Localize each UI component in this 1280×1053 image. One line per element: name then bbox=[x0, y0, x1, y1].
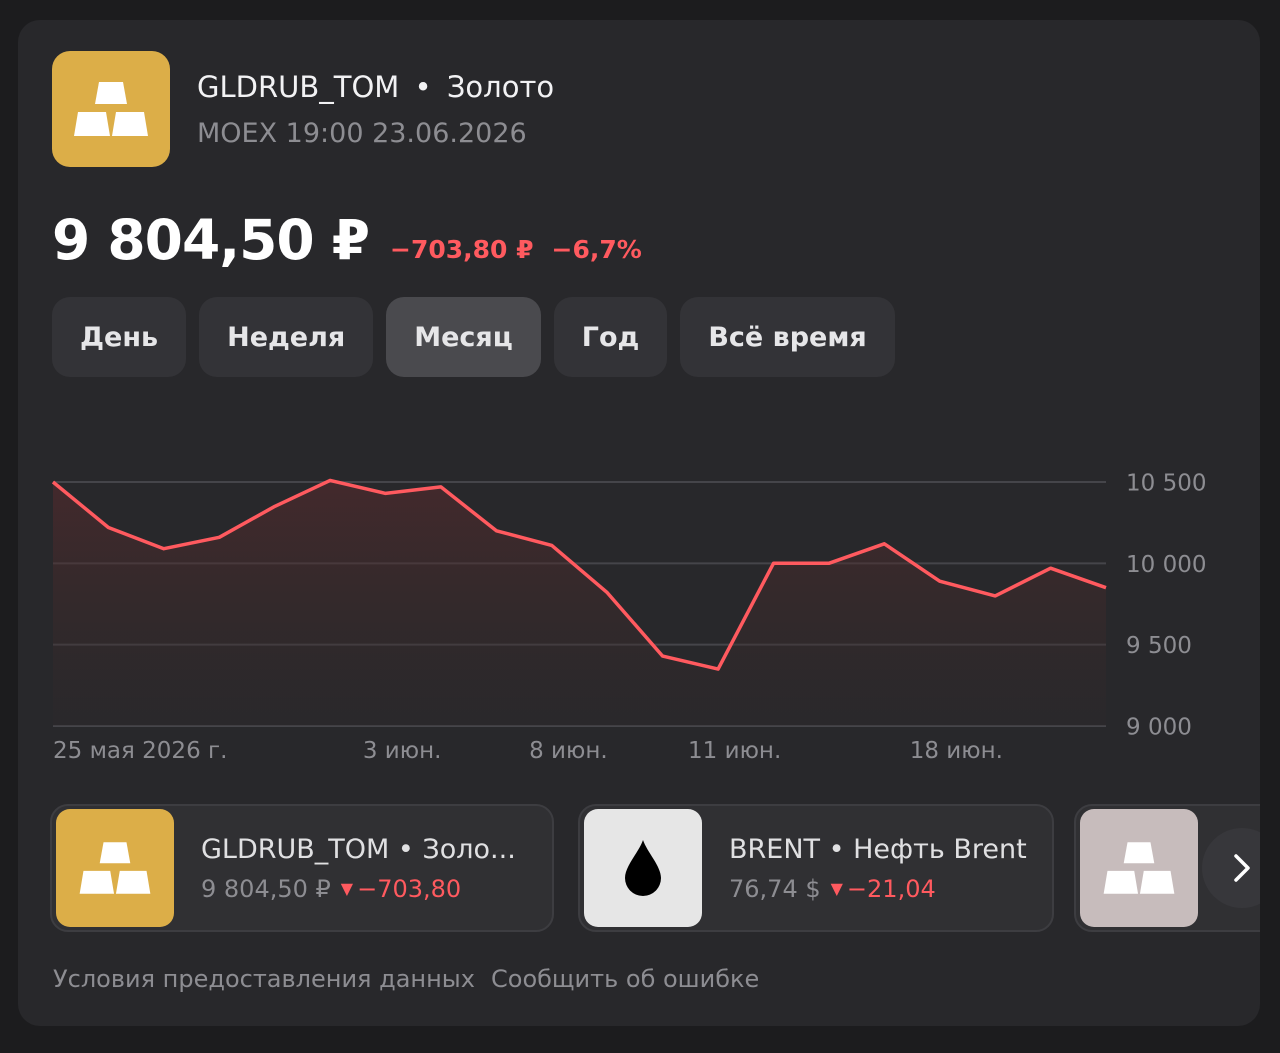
instrument-card-gold[interactable]: GLDRUB_TOM • Золо... 9 804,50 ₽ ▼ −703,80 bbox=[50, 804, 554, 932]
instrument-name: Золото bbox=[446, 70, 555, 104]
current-price: 9 804,50 ₽ bbox=[52, 208, 370, 272]
exchange-time: MOEX 19:00 23.06.2026 bbox=[197, 118, 527, 149]
quote-card: GLDRUB_TOM • Золото MOEX 19:00 23.06.202… bbox=[18, 20, 1260, 1026]
change-absolute: −703,80 ₽ bbox=[390, 235, 534, 264]
instrument-quote: 9 804,50 ₽ ▼ −703,80 bbox=[201, 875, 516, 903]
gold-bars-icon bbox=[52, 51, 170, 167]
y-tick-label: 9 000 bbox=[1126, 715, 1192, 741]
price-change: −703,80 ₽ −6,7% bbox=[390, 235, 660, 264]
silver-bars-icon bbox=[1080, 809, 1198, 927]
x-tick-label: 25 мая 2026 г. bbox=[53, 738, 227, 760]
tab-month[interactable]: Месяц bbox=[386, 297, 541, 377]
report-error-link[interactable]: Сообщить об ошибке bbox=[491, 965, 759, 993]
ticker: GLDRUB_TOM bbox=[197, 70, 400, 104]
title-separator: • bbox=[414, 70, 432, 104]
x-tick-label: 11 июн. bbox=[688, 738, 781, 760]
y-tick-label: 10 500 bbox=[1126, 471, 1206, 497]
data-terms-link[interactable]: Условия предоставления данных bbox=[53, 965, 475, 993]
period-tabs: День Неделя Месяц Год Всё время bbox=[52, 297, 895, 377]
instrument-name: GLDRUB_TOM • Золо... bbox=[201, 833, 516, 865]
tab-year[interactable]: Год bbox=[553, 297, 668, 377]
price-chart[interactable]: 10 500 10 000 9 500 9 000 25 мая 2026 г. 3 и… bbox=[18, 420, 1260, 760]
down-arrow-icon: ▼ bbox=[340, 878, 354, 898]
instrument-price: 9 804,50 ₽ bbox=[201, 874, 331, 903]
x-tick-label: 8 июн. bbox=[529, 738, 608, 760]
x-tick-label: 3 июн. bbox=[363, 738, 442, 760]
related-instruments: GLDRUB_TOM • Золо... 9 804,50 ₽ ▼ −703,80 … bbox=[50, 804, 1260, 936]
x-tick-label: 18 июн. bbox=[910, 738, 1003, 760]
instrument-change: −703,80 bbox=[357, 874, 462, 903]
instrument-change: −21,04 bbox=[846, 874, 936, 903]
down-arrow-icon: ▼ bbox=[830, 878, 843, 898]
tab-day[interactable]: День bbox=[52, 297, 187, 377]
instrument-name: BRENT • Нефть Brent bbox=[729, 833, 1027, 865]
instrument-price: 76,74 $ bbox=[729, 874, 821, 903]
instrument-card-brent[interactable]: BRENT • Нефть Brent 76,74 $ ▼ −21,04 bbox=[578, 804, 1054, 932]
instrument-quote: 76,74 $ ▼ −21,04 bbox=[729, 875, 1027, 903]
change-percent: −6,7% bbox=[551, 235, 642, 264]
tab-week[interactable]: Неделя bbox=[199, 297, 374, 377]
gold-bars-icon bbox=[56, 809, 174, 927]
tab-all-time[interactable]: Всё время bbox=[680, 297, 895, 377]
instrument-title: GLDRUB_TOM • Золото bbox=[197, 70, 554, 104]
y-tick-label: 10 000 bbox=[1126, 552, 1206, 578]
chevron-right-icon bbox=[1234, 854, 1250, 882]
y-tick-label: 9 500 bbox=[1126, 633, 1192, 659]
oil-drop-icon bbox=[584, 809, 702, 927]
chart-area-fill bbox=[53, 480, 1106, 726]
